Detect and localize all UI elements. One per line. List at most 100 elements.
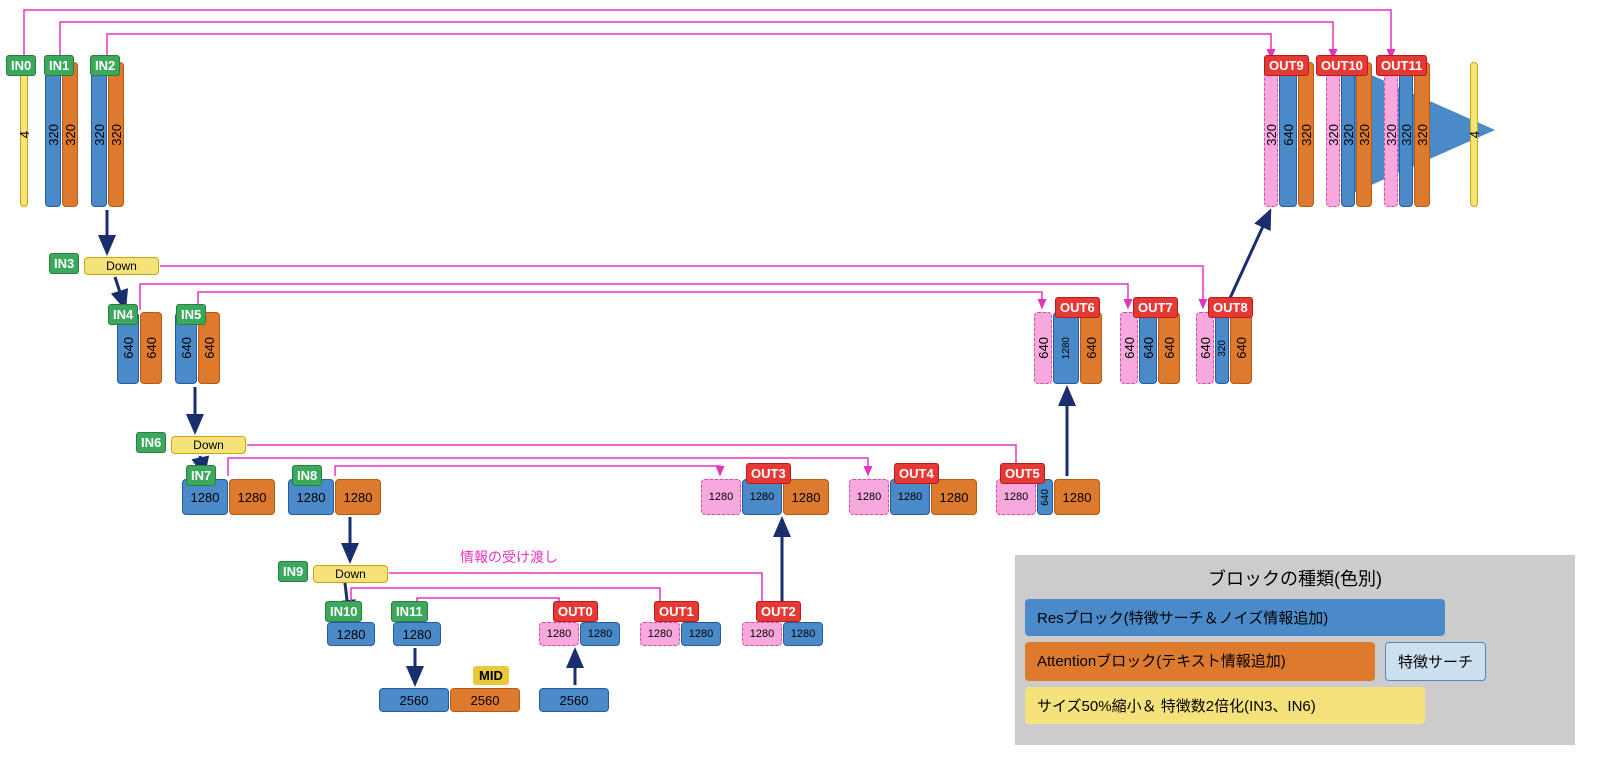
out6-label: OUT6	[1055, 297, 1100, 318]
out8-res: 320	[1215, 312, 1229, 384]
in10-res: 1280	[327, 622, 375, 646]
out6-attn: 640	[1080, 312, 1102, 384]
out3-attn: 1280	[783, 479, 829, 515]
val: 320	[92, 124, 107, 146]
val: 640	[179, 337, 194, 359]
val: 320	[1341, 124, 1356, 146]
out8-attn: 640	[1230, 312, 1252, 384]
out7-attn: 640	[1158, 312, 1180, 384]
out0-res: 1280	[580, 622, 620, 646]
val: 320	[1415, 124, 1430, 146]
in5-label: IN5	[176, 304, 206, 325]
out0-skip: 1280	[539, 622, 579, 646]
out9-res: 640	[1279, 62, 1297, 207]
val: 320	[1326, 124, 1341, 146]
val: 320	[1217, 340, 1228, 357]
val: 320	[1399, 124, 1414, 146]
out5-skip: 1280	[996, 479, 1036, 515]
out3-label: OUT3	[746, 463, 791, 484]
in9-down: Down	[313, 565, 388, 583]
out7-label: OUT7	[1133, 297, 1178, 318]
legend-attn: Attentionブロック(テキスト情報追加)	[1025, 642, 1375, 681]
out10-attn: 320	[1356, 62, 1372, 207]
out2-res: 1280	[783, 622, 823, 646]
in1-res: 320	[45, 62, 61, 207]
out5-attn: 1280	[1054, 479, 1100, 515]
out6-res: 1280	[1053, 312, 1079, 384]
out11-attn: 320	[1414, 62, 1430, 207]
out9-attn: 320	[1298, 62, 1314, 207]
final-block: 4	[1470, 62, 1478, 207]
mid-attn: 2560	[450, 688, 520, 712]
in4-label: IN4	[108, 304, 138, 325]
in0-label: IN0	[6, 55, 36, 76]
in2-res: 320	[91, 62, 107, 207]
val: 640	[1281, 124, 1296, 146]
out3-skip: 1280	[701, 479, 741, 515]
out4-res: 1280	[890, 479, 930, 515]
skip-text: 情報の受け渡し	[460, 547, 558, 567]
in7-attn: 1280	[229, 479, 275, 515]
in1-label: IN1	[44, 55, 74, 76]
val: 1280	[1061, 337, 1072, 359]
out11-res: 320	[1399, 62, 1413, 207]
in9-label: IN9	[278, 561, 308, 582]
in3-label: IN3	[49, 253, 79, 274]
out4-label: OUT4	[894, 463, 939, 484]
val: 320	[63, 124, 78, 146]
val: 4	[17, 131, 32, 138]
in11-label: IN11	[391, 601, 428, 622]
in6-label: IN6	[136, 432, 166, 453]
val: 4	[1467, 131, 1482, 138]
val: 320	[1299, 124, 1314, 146]
out0-label: OUT0	[553, 601, 598, 622]
val: 640	[1234, 337, 1249, 359]
out1-res: 1280	[681, 622, 721, 646]
out4-attn: 1280	[931, 479, 977, 515]
legend-title: ブロックの種類(色別)	[1025, 565, 1565, 591]
out3-res: 1280	[742, 479, 782, 515]
val: 640	[1162, 337, 1177, 359]
out2-label: OUT2	[756, 601, 801, 622]
legend-box: ブロックの種類(色別) Resブロック(特徴サーチ＆ノイズ情報追加) Atten…	[1015, 555, 1575, 745]
in10-label: IN10	[325, 601, 362, 622]
out7-res: 640	[1139, 312, 1157, 384]
in11-res: 1280	[393, 622, 441, 646]
val: 320	[1264, 124, 1279, 146]
in2-label: IN2	[90, 55, 120, 76]
val: 640	[121, 337, 136, 359]
out8-skip: 640	[1196, 312, 1214, 384]
legend-down: サイズ50%縮小＆ 特徴数2倍化(IN3、IN6)	[1025, 687, 1425, 724]
legend-res: Resブロック(特徴サーチ＆ノイズ情報追加)	[1025, 599, 1445, 636]
in0-block: 4	[20, 62, 28, 207]
out1-skip: 1280	[640, 622, 680, 646]
val: 640	[1036, 337, 1051, 359]
mid-res1: 2560	[379, 688, 449, 712]
out10-res: 320	[1341, 62, 1355, 207]
val: 640	[144, 337, 159, 359]
out9-label: OUT9	[1264, 55, 1309, 76]
val: 320	[46, 124, 61, 146]
in3-down: Down	[84, 257, 159, 275]
in6-down: Down	[171, 436, 246, 454]
in2-attn: 320	[108, 62, 124, 207]
out10-skip: 320	[1326, 62, 1340, 207]
val: 640	[1141, 337, 1156, 359]
val: 320	[1384, 124, 1399, 146]
in1-attn: 320	[62, 62, 78, 207]
in7-label: IN7	[186, 465, 216, 486]
out4-skip: 1280	[849, 479, 889, 515]
out11-skip: 320	[1384, 62, 1398, 207]
val: 640	[202, 337, 217, 359]
mid-label: MID	[473, 666, 509, 685]
out5-label: OUT5	[1000, 463, 1045, 484]
val: 640	[1040, 489, 1051, 506]
out6-skip: 640	[1034, 312, 1052, 384]
out5-res: 640	[1037, 479, 1053, 515]
out7-skip: 640	[1120, 312, 1138, 384]
out1-label: OUT1	[654, 601, 699, 622]
val: 640	[1198, 337, 1213, 359]
mid-res2: 2560	[539, 688, 609, 712]
val: 320	[1357, 124, 1372, 146]
out11-label: OUT11	[1376, 55, 1427, 76]
